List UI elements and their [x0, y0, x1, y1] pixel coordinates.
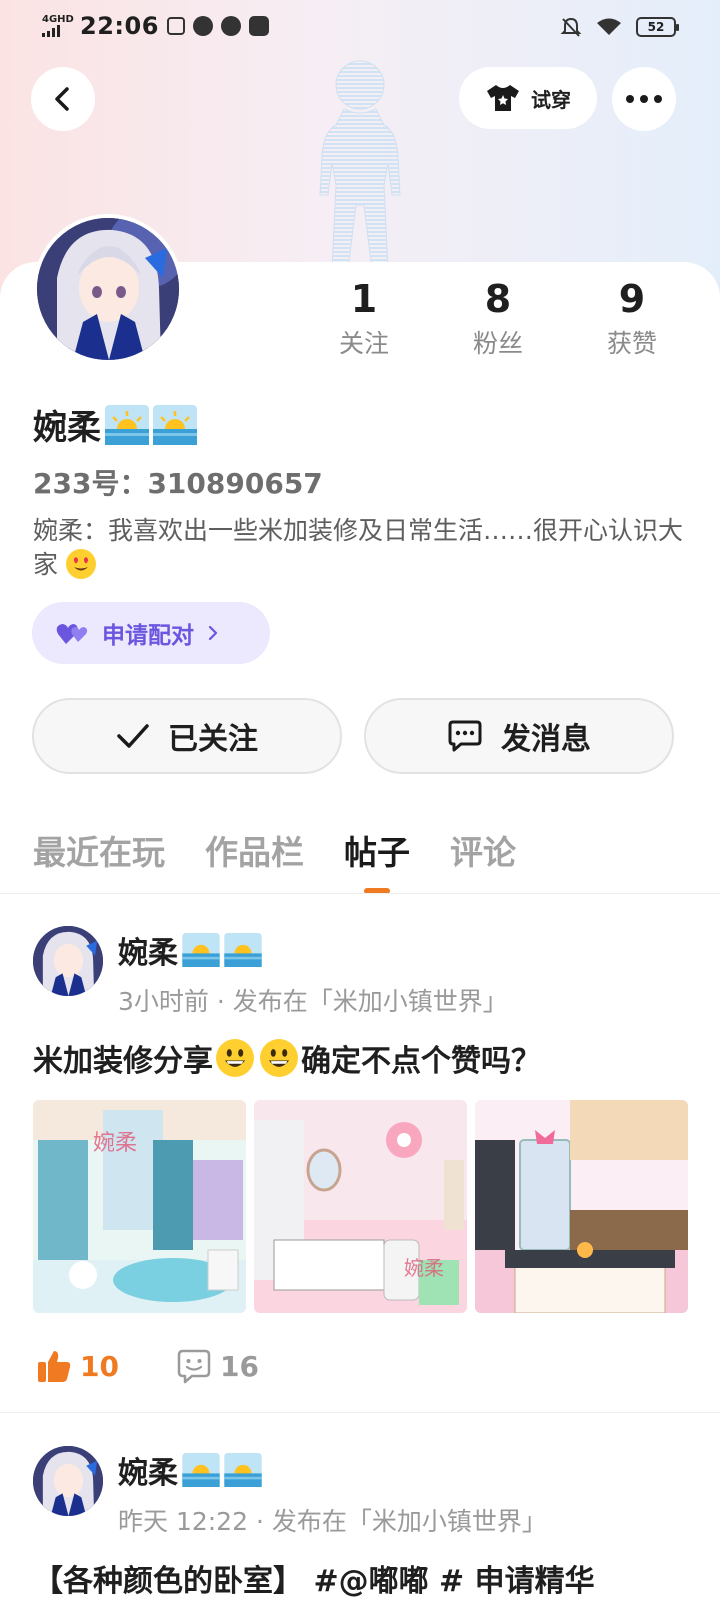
post-image-gallery: 婉柔 婉柔 [33, 1100, 688, 1313]
status-bar: 4GHD 22:06 52 [0, 0, 720, 56]
divider [0, 1412, 720, 1413]
thumbs-up-icon [38, 1351, 71, 1382]
stat-label: 关注 [338, 329, 389, 358]
checkmark-icon [117, 724, 149, 748]
clock: 22:06 [80, 12, 159, 40]
stat-number: 9 [618, 277, 646, 321]
double-heart-icon [56, 624, 88, 644]
ellipsis-icon [626, 95, 662, 103]
username: 婉柔 [33, 408, 101, 448]
profile-bio: 婉柔：我喜欢出一些米加装修及日常生活……很开心认识大家 [33, 514, 683, 582]
tshirt-icon [487, 85, 519, 111]
post-image[interactable]: 婉柔 [254, 1100, 467, 1313]
user-id: 233号：310890657 [33, 467, 323, 500]
stat-followers[interactable]: 8 粉丝 [438, 276, 558, 360]
stat-following[interactable]: 1 关注 [304, 276, 424, 360]
try-on-button[interactable]: 试穿 [459, 67, 597, 129]
comment-icon [177, 1349, 211, 1384]
svg-text:婉柔: 婉柔 [93, 1131, 137, 1156]
comment-count: 16 [220, 1349, 259, 1383]
app-icon [220, 16, 241, 36]
app-icon [192, 16, 213, 36]
chevron-right-icon [208, 625, 218, 641]
send-message-label: 发消息 [501, 722, 591, 757]
tab-posts[interactable]: 帖子 [344, 826, 410, 894]
profile-tabs: 最近在玩 作品栏 帖子 评论 [33, 826, 516, 894]
avatar-image [37, 218, 179, 360]
divider [0, 893, 720, 894]
profile-name: 婉柔 [33, 400, 197, 449]
sunrise-emoji-icon [153, 404, 197, 445]
network-type: 4GHD [42, 14, 74, 25]
battery-icon: 52 [636, 17, 679, 37]
post-image[interactable] [475, 1100, 688, 1313]
request-pair-label: 申请配对 [102, 623, 194, 649]
stat-likes[interactable]: 9 获赞 [572, 276, 692, 360]
tab-recently-played[interactable]: 最近在玩 [33, 826, 165, 874]
sunrise-emoji-icon [105, 404, 149, 445]
room-decor-image: 婉柔 [33, 1100, 246, 1313]
chat-bubble-icon [448, 720, 482, 752]
notification-icon [166, 17, 185, 35]
stat-number: 8 [484, 277, 512, 321]
stat-number: 1 [350, 277, 378, 321]
bio-text: 婉柔：我喜欢出一些米加装修及日常生活……很开心认识大家 [33, 516, 684, 579]
tab-works[interactable]: 作品栏 [205, 826, 304, 874]
try-on-label: 试穿 [531, 87, 571, 112]
signal-icon: 4GHD [42, 14, 74, 37]
comment-button[interactable]: 16 [176, 1348, 259, 1384]
request-pair-button[interactable]: 申请配对 [32, 602, 270, 664]
more-options-button[interactable] [612, 67, 676, 131]
heart-eyes-emoji-icon [65, 549, 96, 579]
following-button[interactable]: 已关注 [32, 698, 342, 774]
like-count: 10 [80, 1349, 119, 1383]
send-message-button[interactable]: 发消息 [364, 698, 674, 774]
room-decor-image [475, 1100, 688, 1313]
battery-level: 52 [647, 20, 665, 34]
message-icon [248, 16, 269, 36]
wifi-icon [597, 18, 621, 35]
following-label: 已关注 [168, 722, 258, 757]
stat-label: 获赞 [606, 329, 657, 358]
avatar[interactable] [33, 214, 183, 364]
avatar-silhouette-image [319, 60, 401, 270]
post-image[interactable]: 婉柔 [33, 1100, 246, 1313]
like-button[interactable]: 10 [36, 1348, 119, 1384]
chevron-left-icon [55, 87, 69, 111]
stat-label: 粉丝 [472, 329, 523, 358]
tab-comments[interactable]: 评论 [450, 826, 516, 874]
room-decor-image: 婉柔 [254, 1100, 467, 1313]
mute-bell-icon [560, 17, 582, 37]
svg-text:婉柔: 婉柔 [404, 1256, 444, 1280]
back-button[interactable] [31, 67, 95, 131]
